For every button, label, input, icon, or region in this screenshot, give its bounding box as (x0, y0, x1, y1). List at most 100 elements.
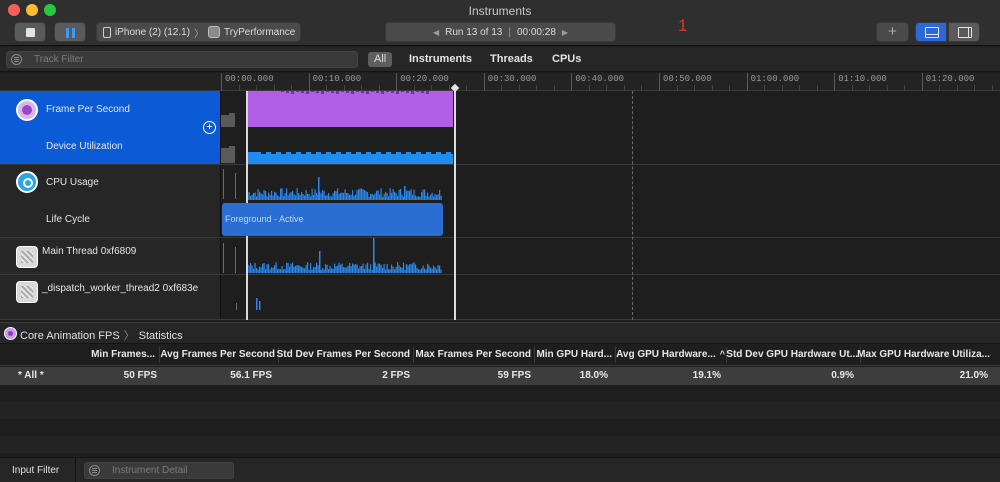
instrument-detail-input[interactable] (112, 465, 232, 476)
main-thread-bar (421, 268, 423, 273)
utilization-dip (401, 151, 406, 154)
target-selector[interactable]: iPhone (2) (12.1) 〉 TryPerformance (96, 22, 301, 42)
cpu-usage-bar (371, 193, 373, 200)
input-filter-button[interactable]: Input Filter (12, 465, 59, 476)
previous-run-icon[interactable]: ◀ (433, 28, 439, 37)
cpu-usage-bar (376, 190, 378, 200)
cpu-usage-bar (305, 190, 307, 200)
track-core-animation-fps[interactable]: Frame Per Second + Device Utilization (0, 91, 221, 164)
toggle-inspector-button[interactable] (948, 22, 980, 42)
track-filter-field[interactable] (6, 51, 358, 68)
main-thread-bar (296, 265, 298, 273)
column-avg-gpu[interactable]: Avg GPU Hardware... ^ (616, 349, 725, 360)
detail-breadcrumb[interactable]: Core Animation FPS 〉 Statistics (20, 327, 183, 343)
pre-run-line (223, 169, 224, 199)
cpu-usage-bar (424, 189, 426, 200)
cpu-usage-bar (434, 193, 436, 200)
track-cpu-usage[interactable]: CPU Usage Life Cycle (0, 164, 221, 237)
main-thread-bar (277, 269, 279, 273)
table-row[interactable]: * All * 50 FPS 56.1 FPS 2 FPS 59 FPS 18.… (0, 367, 1000, 385)
timeline-ruler[interactable]: 00:00.000 00:10.000 00:20.000 00:30.000 00:4… (221, 73, 1000, 91)
cpu-usage-bar (380, 188, 382, 200)
cpu-usage-bar (275, 192, 277, 200)
add-track-icon[interactable]: + (203, 121, 216, 134)
add-instrument-button[interactable]: + (876, 22, 909, 42)
main-thread-bar (367, 262, 369, 273)
pre-run-block (221, 148, 229, 163)
column-avg-frames[interactable]: Avg Frames Per Second (160, 349, 275, 360)
breadcrumb-view[interactable]: Statistics (139, 330, 183, 342)
main-thread-bar (278, 268, 280, 273)
ruler-tick: 00:00.000 (221, 73, 274, 91)
scope-threads[interactable]: Threads (484, 52, 539, 67)
track-worker-thread[interactable]: _dispatch_worker_thread2 0xf683e (0, 275, 221, 320)
main-thread-bar (337, 265, 339, 273)
cpu-usage-bar (422, 189, 424, 200)
main-thread-bar (406, 264, 408, 273)
main-thread-bar (358, 268, 360, 273)
filter-icon (89, 465, 100, 476)
scope-instruments[interactable]: Instruments (403, 52, 478, 67)
cpu-usage-bar (265, 191, 267, 200)
utilization-dip (411, 151, 416, 154)
cpu-usage-bar (374, 193, 376, 200)
cpu-usage-bar (307, 193, 309, 200)
cpu-usage-bar (308, 193, 310, 200)
main-thread-bar (322, 268, 324, 273)
main-thread-bar (368, 268, 370, 273)
column-max-frames[interactable]: Max Frames Per Second (415, 349, 531, 360)
cpu-usage-bar (350, 194, 352, 200)
cpu-usage-bar (325, 195, 327, 200)
cpu-usage-bar (278, 196, 280, 200)
playhead[interactable] (454, 86, 456, 320)
main-thread-bar (379, 263, 381, 273)
main-thread-bar (407, 265, 409, 273)
next-run-icon[interactable]: ▶ (562, 28, 568, 37)
cpu-usage-bar (260, 193, 262, 200)
main-thread-bar (353, 264, 355, 273)
cpu-usage-bar (400, 188, 402, 200)
utilization-dip (441, 151, 446, 154)
track-label-main-thread: Main Thread 0xf6809 (42, 246, 137, 257)
empty-row (0, 402, 1000, 419)
main-thread-bar (250, 262, 252, 273)
column-min-frames[interactable]: Min Frames... (91, 349, 155, 360)
main-thread-bar (341, 263, 343, 273)
track-filter-input[interactable] (34, 54, 334, 65)
main-thread-bar (346, 267, 348, 273)
main-thread-bar (299, 265, 301, 273)
main-thread-bar (440, 269, 442, 273)
cpu-usage-bar (284, 193, 286, 200)
pause-recording-button[interactable] (54, 22, 86, 42)
cpu-usage-bar (254, 192, 256, 200)
column-divider[interactable] (413, 347, 414, 363)
device-name: iPhone (2) (12.1) (115, 26, 191, 38)
instrument-detail-field[interactable] (84, 462, 234, 479)
column-divider[interactable] (534, 347, 535, 363)
pre-run-line (235, 247, 236, 273)
utilization-dip (391, 151, 396, 154)
cpu-usage-bar (433, 196, 435, 200)
cpu-usage-bar (262, 194, 264, 200)
main-thread-bar (427, 263, 429, 273)
breadcrumb-instrument[interactable]: Core Animation FPS (20, 330, 120, 342)
ruler-tick-label: 00:50.000 (663, 74, 712, 84)
ruler-gutter (0, 73, 221, 91)
column-stddev-frames[interactable]: Std Dev Frames Per Second (277, 349, 410, 360)
scope-all[interactable]: All (368, 52, 393, 67)
pre-run-block (221, 115, 229, 127)
column-min-gpu[interactable]: Min GPU Hard... (536, 349, 612, 360)
cpu-usage-bar (295, 195, 297, 200)
scope-cpus[interactable]: CPUs (546, 52, 587, 67)
worker-thread-bar (256, 298, 258, 310)
main-thread-bar (388, 268, 390, 273)
cpu-usage-bar (250, 195, 252, 200)
stop-recording-button[interactable] (14, 22, 46, 42)
cpu-usage-bar (251, 194, 253, 200)
track-main-thread[interactable]: Main Thread 0xf6809 (0, 238, 221, 275)
column-max-gpu[interactable]: Max GPU Hardware Utiliza... (857, 349, 990, 360)
run-navigator[interactable]: ◀ Run 13 of 13 | 00:00:28 ▶ (385, 22, 616, 42)
toggle-detail-pane-button[interactable] (915, 22, 947, 42)
track-label-cpu: CPU Usage (46, 177, 99, 188)
column-stddev-gpu[interactable]: Std Dev GPU Hardware Ut... (726, 349, 858, 360)
